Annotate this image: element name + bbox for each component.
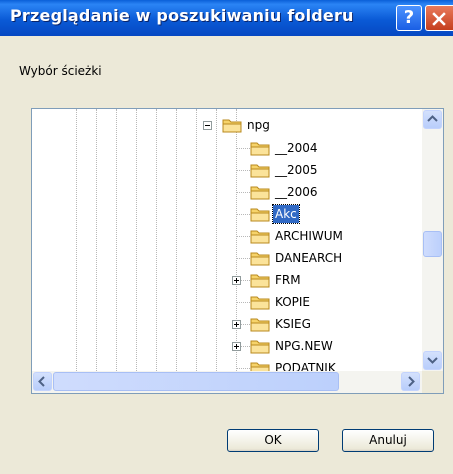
tree-item-label: DANEARCH — [275, 251, 343, 265]
horizontal-scrollbar[interactable] — [32, 371, 422, 393]
tree-item-label: ARCHIWUM — [275, 229, 343, 243]
folder-icon — [250, 208, 270, 222]
expand-icon[interactable] — [232, 276, 241, 285]
tree-item-label: KOPIE — [275, 295, 311, 309]
folder-icon — [250, 340, 270, 354]
folder-tree[interactable]: npg __2004 __2005 __2006 Akc ARCHIWUM DANEARC… — [31, 108, 444, 394]
folder-icon — [250, 318, 270, 332]
tree-item-label: __2006 — [275, 185, 318, 199]
title-bar[interactable]: Przeglądanie w poszukiwaniu folderu ? — [0, 0, 453, 36]
help-icon: ? — [403, 7, 415, 28]
dialog-title: Przeglądanie w poszukiwaniu folderu — [10, 6, 354, 25]
tree-guide-line — [196, 109, 197, 371]
folder-icon — [250, 296, 270, 310]
vertical-scroll-thumb[interactable] — [423, 231, 442, 257]
scroll-up-icon[interactable] — [423, 110, 442, 129]
horizontal-scroll-thumb[interactable] — [53, 372, 339, 391]
tree-guide-line — [216, 109, 217, 371]
help-button[interactable]: ? — [396, 5, 422, 31]
close-button[interactable] — [425, 5, 453, 31]
cancel-button[interactable]: Anuluj — [342, 429, 434, 452]
folder-icon — [250, 230, 270, 244]
tree-item-label: NPG.NEW — [275, 339, 333, 353]
expand-icon[interactable] — [232, 342, 241, 351]
tree-connector — [236, 214, 250, 215]
tree-connector — [236, 302, 250, 303]
expand-icon[interactable] — [232, 320, 241, 329]
tree-connector — [236, 368, 250, 369]
tree-guide-line — [96, 109, 97, 371]
tree-item-label: __2005 — [275, 163, 318, 177]
folder-icon — [250, 252, 270, 266]
scroll-down-icon[interactable] — [423, 351, 442, 370]
tree-guide-line — [116, 109, 117, 371]
scrollbar-corner — [422, 371, 443, 393]
close-icon — [432, 12, 446, 26]
vertical-scrollbar[interactable] — [422, 109, 443, 371]
tree-connector — [236, 236, 250, 237]
folder-icon — [250, 164, 270, 178]
collapse-icon[interactable] — [203, 121, 212, 130]
folder-icon — [250, 274, 270, 288]
browse-folder-dialog: Przeglądanie w poszukiwaniu folderu ? Wy… — [0, 0, 453, 474]
folder-icon — [250, 142, 270, 156]
tree-item-label: __2004 — [275, 141, 318, 155]
scroll-left-icon[interactable] — [33, 372, 52, 391]
folder-icon — [222, 119, 242, 133]
tree-connector — [236, 258, 250, 259]
tree-item-label: FRM — [275, 273, 301, 287]
tree-item-label: KSIEG — [275, 317, 311, 331]
folder-icon — [250, 186, 270, 200]
ok-button[interactable]: OK — [227, 429, 319, 452]
tree-guide-line — [156, 109, 157, 371]
tree-item-label: Akc — [272, 204, 300, 224]
tree-connector — [236, 170, 250, 171]
scroll-right-icon[interactable] — [401, 372, 420, 391]
tree-item-label: npg — [247, 118, 270, 132]
tree-connector — [236, 192, 250, 193]
tree-guide-line — [176, 109, 177, 371]
tree-connector — [236, 148, 250, 149]
tree-guide-line — [76, 109, 77, 371]
tree-guide-line — [136, 109, 137, 371]
instruction-label: Wybór ścieżki — [19, 64, 102, 78]
